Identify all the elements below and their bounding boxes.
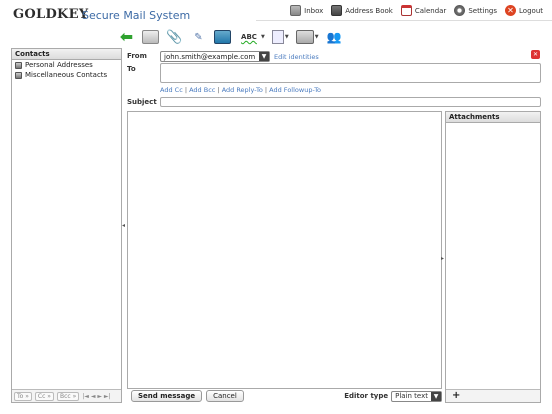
gear-icon — [454, 5, 466, 16]
edit-identities-link[interactable]: Edit identities — [274, 53, 319, 61]
attachments-footer: + — [446, 389, 540, 402]
add-bcc-link[interactable]: Add Bcc — [189, 86, 215, 94]
cancel-button[interactable]: Cancel — [206, 390, 244, 402]
insert-cc-button[interactable]: Cc » — [34, 391, 54, 401]
back-arrow-icon[interactable]: ⬅ — [118, 29, 135, 45]
contacts-pager[interactable]: |◄ ◄ ► ►| — [82, 393, 110, 400]
nav-inbox[interactable]: Inbox — [290, 4, 323, 17]
send-envelope-icon[interactable] — [142, 30, 159, 44]
address-book-icon — [331, 5, 343, 16]
contacts-icon[interactable]: 👥 — [326, 30, 343, 44]
signature-icon[interactable]: ✎ — [190, 30, 207, 44]
spellcheck-icon[interactable]: ABC — [238, 30, 260, 44]
nav-inbox-label: Inbox — [304, 6, 324, 15]
inbox-icon — [290, 5, 302, 16]
nav-logout-label: Logout — [519, 6, 543, 15]
add-followup-to-link[interactable]: Add Followup-To — [269, 86, 321, 94]
contacts-item-label: Miscellaneous Contacts — [25, 71, 108, 79]
nav-calendar-label: Calendar — [414, 6, 447, 15]
left-splitter-handle[interactable]: ◂ — [122, 222, 125, 229]
attachments-title: Attachments — [446, 112, 540, 123]
document-icon[interactable] — [271, 30, 284, 44]
identity-card-icon[interactable] — [295, 30, 314, 44]
nav-address-book-label: Address Book — [345, 6, 393, 15]
add-attachment-button[interactable]: + — [452, 390, 460, 401]
editor-type-select[interactable]: Plain text ▼ — [391, 390, 442, 402]
close-icon[interactable]: ✕ — [531, 50, 540, 59]
right-splitter-handle[interactable]: ▸ — [441, 255, 444, 262]
contacts-footer: To » Cc » Bcc » |◄ ◄ ► ►| — [12, 389, 121, 402]
logout-icon: ✕ — [505, 5, 517, 16]
from-value: john.smith@example.com — [164, 53, 256, 61]
contacts-item-misc[interactable]: Miscellaneous Contacts — [12, 70, 121, 80]
editor-type-label: Editor type — [344, 392, 389, 400]
to-field[interactable] — [160, 63, 541, 83]
contacts-item-personal[interactable]: Personal Addresses — [12, 60, 121, 70]
insert-to-button[interactable]: To » — [14, 391, 32, 401]
document-dropdown-icon[interactable]: ▼ — [285, 34, 289, 40]
compose-toolbar: ⬅ 📎 ✎ ABC ▼ ▼ ▼ 👥 — [118, 28, 343, 46]
from-label: From — [127, 52, 147, 60]
identity-dropdown-icon[interactable]: ▼ — [315, 34, 319, 40]
address-book-icon — [15, 61, 22, 69]
subject-label: Subject — [127, 98, 157, 106]
nav-settings[interactable]: Settings — [454, 4, 497, 17]
nav-calendar[interactable]: Calendar — [400, 4, 447, 17]
app-header: GoldKey Secure Mail System Inbox Address… — [0, 0, 552, 28]
insert-image-icon[interactable] — [214, 30, 231, 44]
nav-address-book[interactable]: Address Book — [331, 4, 393, 17]
add-header-links: Add Cc | Add Bcc | Add Reply-To | Add Fo… — [160, 86, 322, 94]
nav-logout[interactable]: ✕ Logout — [505, 4, 543, 17]
spellcheck-dropdown-icon[interactable]: ▼ — [261, 34, 265, 40]
to-label: To — [127, 65, 136, 73]
nav-divider — [256, 20, 552, 21]
logo-subtitle: Secure Mail System — [82, 9, 191, 22]
logo: GoldKey — [13, 7, 89, 22]
top-navigation: Inbox Address Book Calendar Settings ✕ L… — [290, 4, 543, 17]
editor-type: Editor type Plain text ▼ — [344, 390, 442, 402]
subject-field[interactable] — [160, 97, 541, 107]
add-reply-to-link[interactable]: Add Reply-To — [222, 86, 263, 94]
calendar-icon — [400, 5, 412, 16]
nav-settings-label: Settings — [468, 6, 498, 15]
contacts-panel: Contacts Personal Addresses Miscellaneou… — [11, 48, 122, 403]
from-select[interactable]: john.smith@example.com ▼ — [160, 51, 270, 62]
contacts-title: Contacts — [12, 49, 121, 60]
chevron-down-icon: ▼ — [431, 391, 441, 401]
message-body-editor[interactable] — [127, 111, 442, 389]
attachment-icon[interactable]: 📎 — [166, 30, 183, 45]
insert-bcc-button[interactable]: Bcc » — [56, 391, 80, 401]
editor-type-value: Plain text — [395, 391, 428, 400]
send-message-button[interactable]: Send message — [131, 390, 203, 402]
add-cc-link[interactable]: Add Cc — [160, 86, 183, 94]
attachments-panel: Attachments + — [445, 111, 541, 403]
compose-bottom-bar: Send message Cancel Editor type Plain te… — [127, 389, 442, 403]
chevron-down-icon: ▼ — [259, 52, 269, 61]
address-book-icon — [15, 71, 22, 79]
contacts-item-label: Personal Addresses — [25, 61, 93, 69]
